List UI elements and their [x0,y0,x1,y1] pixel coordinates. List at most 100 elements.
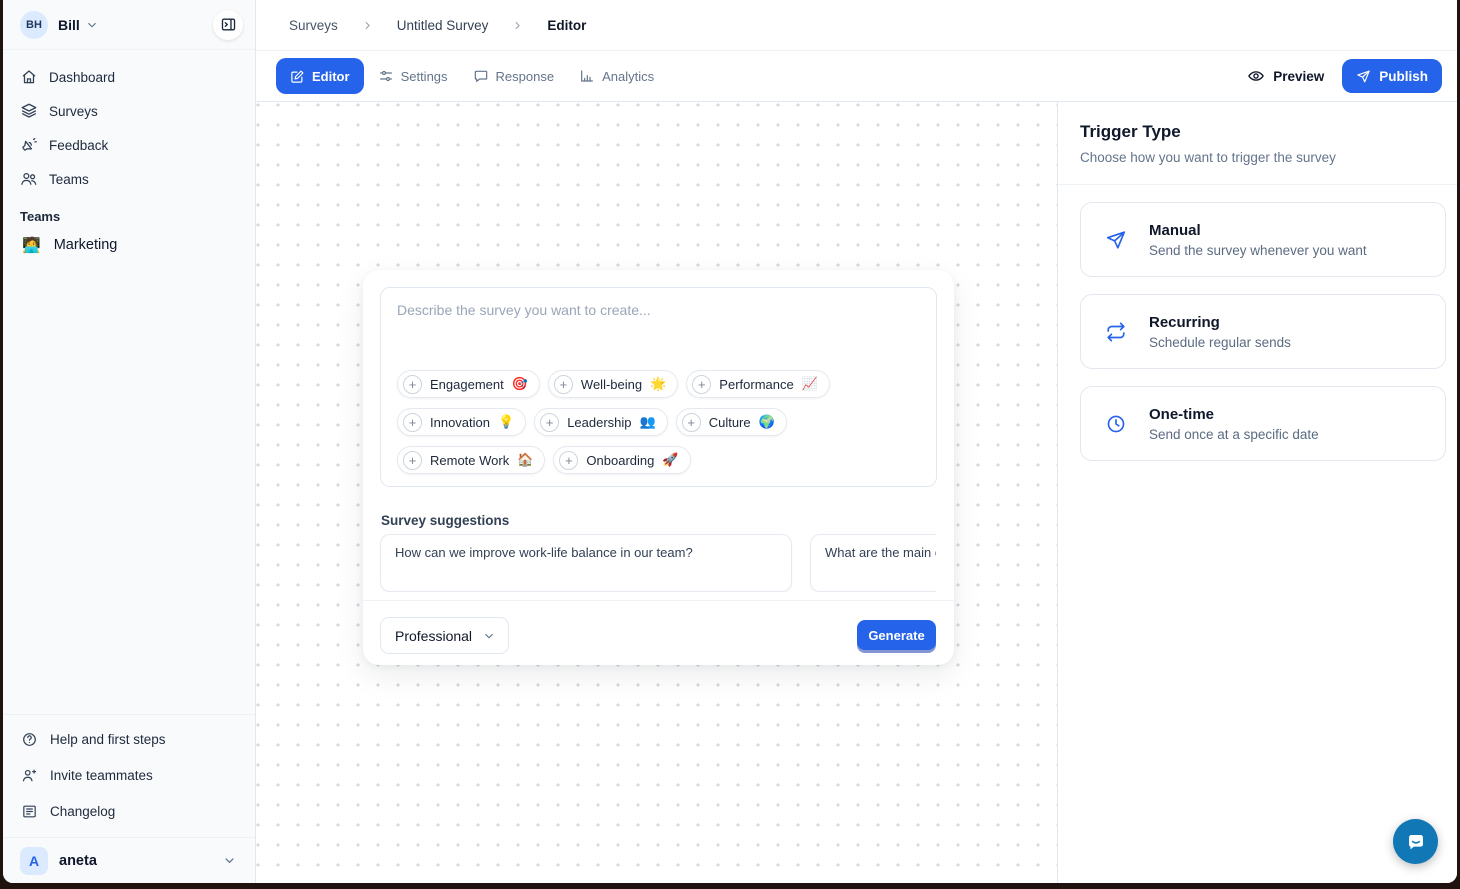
newspaper-icon [21,803,38,820]
trigger-option-title: One-time [1149,406,1319,423]
chip-emoji: 🏠 [517,452,533,468]
chevron-down-icon [85,18,99,32]
editor-toolbar: Editor Settings Response Analytics [256,51,1457,102]
chip-label: Remote Work [430,453,509,468]
chip-label: Engagement [430,377,504,392]
chip-label: Performance [719,377,793,392]
sidebar-item-label: Dashboard [49,70,115,85]
sidebar-item-invite[interactable]: Invite teammates [3,757,255,793]
publish-button[interactable]: Publish [1342,59,1442,93]
team-emoji: 🧑‍💻 [22,236,41,254]
plus-icon: + [559,451,578,470]
chevron-right-icon [511,19,524,32]
sidebar-team-marketing[interactable]: 🧑‍💻 Marketing [3,228,255,262]
chat-launcher-button[interactable] [1393,819,1438,864]
sidebar-item-teams[interactable]: Teams [3,162,255,196]
account-menu[interactable]: A aneta [3,837,255,883]
chip-emoji: 🚀 [662,452,678,468]
bar-chart-icon [579,68,595,84]
suggestions-title: Survey suggestions [381,513,509,528]
tab-editor[interactable]: Editor [276,58,364,94]
panel-toggle-icon [220,16,237,33]
workspace-avatar: BH [20,11,48,39]
editor-canvas: Describe the survey you want to create..… [256,102,1057,883]
team-label: Marketing [54,237,118,253]
panel-title: Trigger Type [1080,122,1435,142]
chip-label: Well-being [581,377,642,392]
chip-performance[interactable]: + Performance 📈 [686,370,830,398]
chip-label: Onboarding [586,453,654,468]
trigger-option-manual[interactable]: Manual Send the survey whenever you want [1080,202,1446,277]
sidebar-item-surveys[interactable]: Surveys [3,94,255,128]
clock-icon [1105,413,1127,435]
account-avatar: A [20,847,48,875]
sidebar-footer: Help and first steps Invite teammates Ch… [3,714,255,883]
sidebar-item-label: Teams [49,172,89,187]
workspace-header: BH Bill [3,0,255,50]
workspace-switcher[interactable]: Bill [48,17,99,33]
sidebar-item-dashboard[interactable]: Dashboard [3,60,255,94]
users-icon [20,170,38,188]
chip-well-being[interactable]: + Well-being 🌟 [548,370,678,398]
tone-select[interactable]: Professional [380,617,509,654]
suggestion-card[interactable]: What are the main ob [810,534,936,592]
sidebar-item-help[interactable]: Help and first steps [3,721,255,757]
trigger-option-title: Manual [1149,222,1367,239]
chevron-down-icon [222,853,237,868]
chip-emoji: 🌟 [650,376,666,392]
chip-emoji: 👥 [640,414,656,430]
sidebar-collapse-button[interactable] [213,10,243,40]
breadcrumb-surveys[interactable]: Surveys [289,18,338,33]
preview-button[interactable]: Preview [1237,67,1334,85]
send-icon [1356,69,1371,84]
chip-engagement[interactable]: + Engagement 🎯 [397,370,540,398]
chip-onboarding[interactable]: + Onboarding 🚀 [553,446,690,474]
divider [363,600,954,601]
trigger-option-one-time[interactable]: One-time Send once at a specific date [1080,386,1446,461]
pencil-square-icon [290,69,305,84]
tone-selected-value: Professional [395,628,472,644]
sidebar-item-feedback[interactable]: Feedback [3,128,255,162]
trigger-option-recurring[interactable]: Recurring Schedule regular sends [1080,294,1446,369]
chip-remote-work[interactable]: + Remote Work 🏠 [397,446,545,474]
survey-description-input[interactable]: Describe the survey you want to create..… [380,287,937,487]
chip-leadership[interactable]: + Leadership 👥 [534,408,668,436]
plus-icon: + [403,413,422,432]
trigger-option-description: Send the survey whenever you want [1149,243,1367,258]
tab-label: Analytics [602,69,654,84]
panel-subtitle: Choose how you want to trigger the surve… [1080,150,1435,165]
sidebar-item-label: Feedback [49,138,108,153]
trigger-option-description: Send once at a specific date [1149,427,1319,442]
plus-icon: + [682,413,701,432]
sidebar-item-label: Help and first steps [50,732,166,747]
chip-emoji: 🎯 [512,376,528,392]
suggestion-card[interactable]: How can we improve work-life balance in … [380,534,792,592]
chip-culture[interactable]: + Culture 🌍 [676,408,787,436]
user-plus-icon [21,767,38,784]
sidebar: BH Bill Dashboard [3,0,256,883]
trigger-option-title: Recurring [1149,314,1291,331]
chat-bubble-icon [473,68,489,84]
plus-icon: + [692,375,711,394]
help-circle-icon [21,731,38,748]
breadcrumb-current-editor: Editor [547,18,586,33]
tab-response[interactable]: Response [462,58,566,94]
chip-innovation[interactable]: + Innovation 💡 [397,408,526,436]
breadcrumb-untitled-survey[interactable]: Untitled Survey [397,18,489,33]
tab-label: Settings [401,69,448,84]
chip-label: Innovation [430,415,490,430]
account-name: aneta [59,853,97,869]
chevron-right-icon [361,19,374,32]
survey-generator-card: Describe the survey you want to create..… [363,270,954,665]
tab-settings[interactable]: Settings [367,58,459,94]
plus-icon: + [554,375,573,394]
plus-icon: + [403,375,422,394]
publish-label: Publish [1379,69,1428,84]
generate-button[interactable]: Generate [857,620,936,650]
sidebar-item-label: Changelog [50,804,115,819]
chip-emoji: 📈 [802,376,818,392]
sidebar-item-changelog[interactable]: Changelog [3,793,255,829]
send-icon [1105,229,1127,251]
tab-analytics[interactable]: Analytics [568,58,665,94]
sidebar-nav: Dashboard Surveys Feedback Teams [3,50,255,262]
